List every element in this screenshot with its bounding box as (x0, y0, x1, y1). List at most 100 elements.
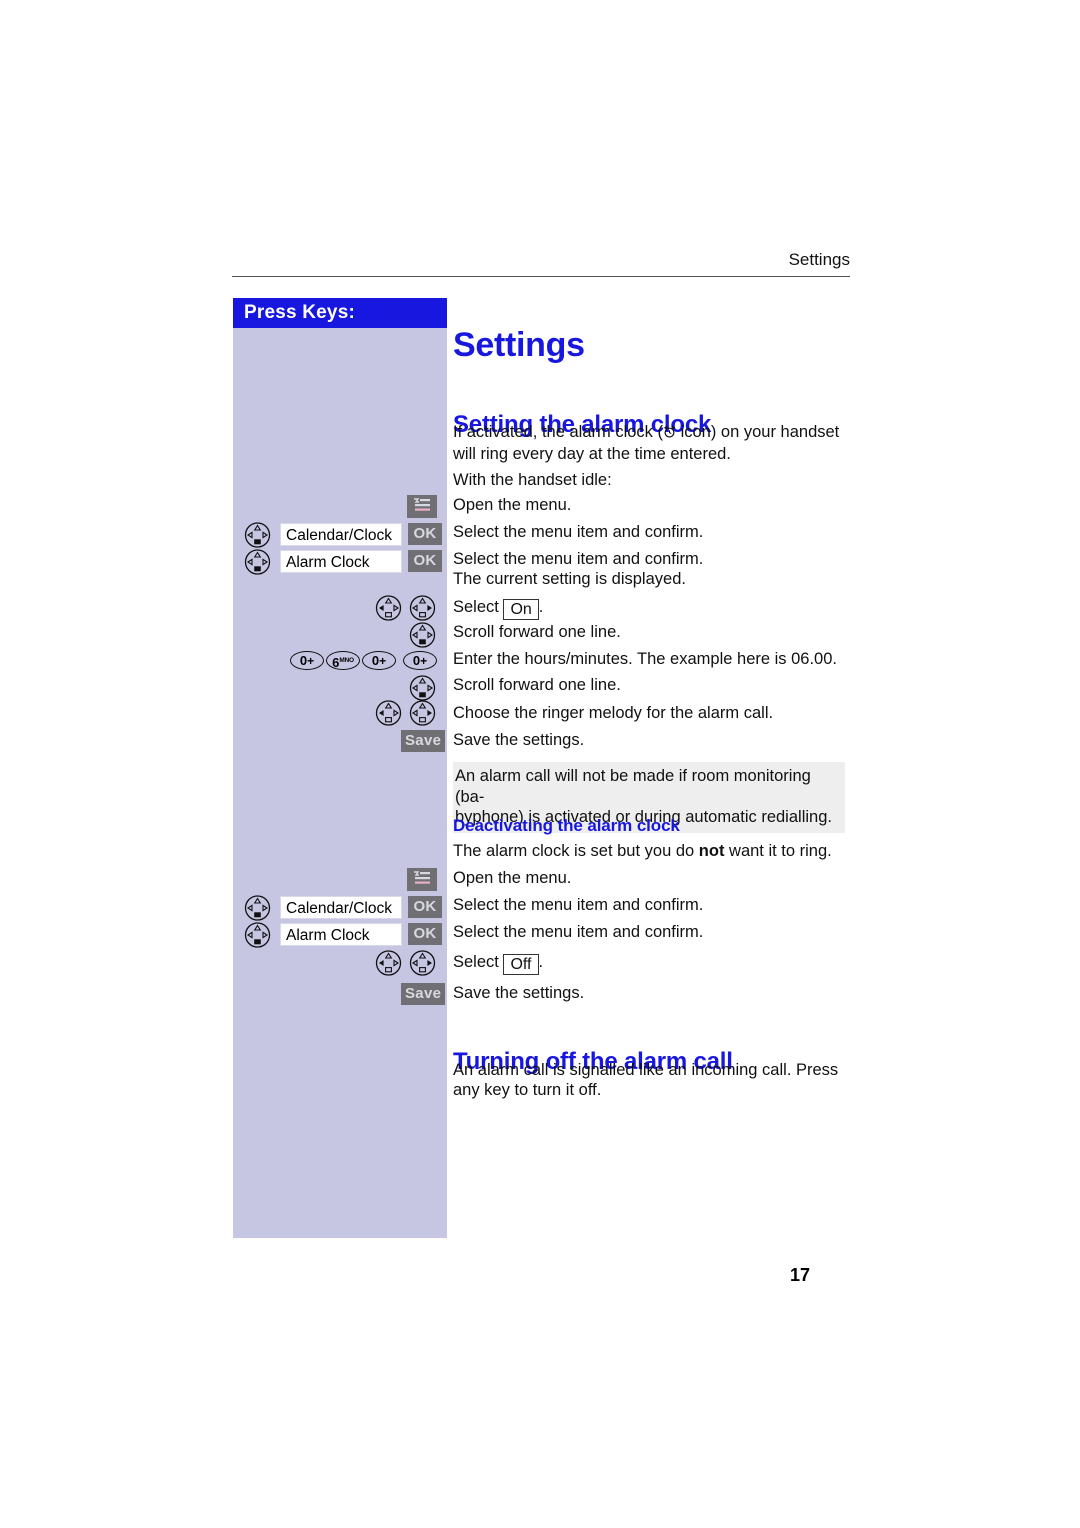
section-heading-deactivating: Deactivating the alarm clock (453, 816, 680, 835)
running-header: Settings (232, 250, 850, 270)
intro-text-line2: will ring every day at the time entered. (453, 445, 731, 463)
select-label: Select (453, 953, 504, 971)
menu-icon[interactable] (407, 495, 437, 518)
numeric-key-sub: MNO (339, 657, 354, 664)
step-description: Select the menu item and confirm. The cu… (453, 549, 703, 589)
step-description: Save the settings. (453, 731, 585, 749)
numeric-key-0[interactable]: 0+ (290, 651, 324, 670)
option-value-on[interactable]: On (503, 599, 539, 620)
key-cell: Save (233, 983, 447, 1011)
running-header-title: Settings (788, 250, 850, 269)
key-cell (233, 495, 447, 523)
step-description-line1: Select the menu item and confirm. (453, 550, 704, 568)
menu-field-alarm-clock[interactable]: Alarm Clock (280, 923, 402, 946)
step-row-enter-time: 0+ 6MNO 0+ 0+ Enter the hours/minutes. T… (233, 649, 837, 677)
select-suffix: . (538, 953, 544, 971)
key-cell: Save (233, 730, 447, 758)
step-row-scroll-1: Scroll forward one line. (233, 622, 621, 650)
nav-key-right[interactable] (409, 700, 436, 731)
step-row-alarm-clock: Alarm Clock OK Select the menu item and … (233, 549, 703, 589)
menu-icon[interactable] (407, 868, 437, 891)
ok-button[interactable]: OK (408, 523, 442, 545)
press-keys-header: Press Keys: (233, 298, 447, 328)
page-number: 17 (790, 1265, 811, 1285)
select-label: Select (453, 598, 504, 616)
menu-field-calendar-clock[interactable]: Calendar/Clock (280, 896, 402, 919)
ok-button[interactable]: OK (408, 550, 442, 572)
key-cell (233, 700, 447, 728)
step-row-calendar-clock: Calendar/Clock OK Select the menu item a… (233, 522, 703, 550)
step-row-alarm-clock-2: Alarm Clock OK Select the menu item and … (233, 922, 703, 950)
intro-paragraph: If activated, the alarm clock ( icon) on… (453, 422, 853, 464)
select-suffix: . (538, 598, 544, 616)
deactivate-lead: The alarm clock is set but you do not wa… (453, 841, 832, 861)
nav-key-updown[interactable] (244, 922, 271, 953)
step-description: Save the settings. (453, 984, 585, 1002)
turning-off-body: An alarm call is signalled like an incom… (453, 1060, 838, 1100)
key-cell: Calendar/Clock OK (233, 895, 447, 923)
key-cell (233, 950, 447, 978)
save-button[interactable]: Save (401, 983, 446, 1005)
numeric-key-0[interactable]: 0+ (403, 651, 437, 670)
key-cell (233, 868, 447, 896)
step-row-calendar-clock-2: Calendar/Clock OK Select the menu item a… (233, 895, 703, 923)
press-keys-label: Press Keys: (244, 302, 355, 323)
step-description: Select the menu item and confirm. (453, 923, 704, 941)
numeric-key-sub: + (420, 654, 428, 668)
option-value-off[interactable]: Off (503, 954, 539, 975)
nav-key-left[interactable] (375, 700, 402, 731)
numeric-key-sub: + (379, 654, 387, 668)
key-cell: Alarm Clock OK (233, 549, 447, 577)
turning-off-line2: any key to turn it off. (453, 1081, 602, 1099)
deactivate-lead-part1: The alarm clock is set but you do (453, 842, 699, 860)
step-row-select-off: Select Off. (233, 950, 543, 978)
menu-button[interactable] (407, 868, 437, 891)
menu-field-calendar-clock[interactable]: Calendar/Clock (280, 523, 402, 546)
key-cell (233, 595, 447, 623)
nav-key-left[interactable] (375, 950, 402, 981)
step-description: Choose the ringer melody for the alarm c… (453, 704, 774, 722)
key-cell: Calendar/Clock OK (233, 522, 447, 550)
key-cell: Alarm Clock OK (233, 922, 447, 950)
step-row-open-menu: Open the menu. (233, 495, 571, 523)
nav-key-updown[interactable] (244, 549, 271, 580)
numeric-key-6[interactable]: 6MNO (326, 651, 360, 670)
step-description: Select the menu item and confirm. (453, 523, 704, 541)
step-row-save-1: Save Save the settings. (233, 730, 584, 758)
step-row-ringer-melody: Choose the ringer melody for the alarm c… (233, 700, 773, 728)
nav-key-right[interactable] (409, 950, 436, 981)
deactivate-lead-part2: want it to ring. (724, 842, 832, 860)
turning-off-line1: An alarm call is signalled like an incom… (453, 1061, 839, 1079)
step-description: Scroll forward one line. (453, 623, 621, 641)
page-title: Settings (453, 326, 585, 364)
ok-button[interactable]: OK (408, 923, 442, 945)
step-row-scroll-2: Scroll forward one line. (233, 675, 621, 703)
menu-field-alarm-clock[interactable]: Alarm Clock (280, 550, 402, 573)
note-line1: An alarm call will not be made if room m… (455, 767, 811, 806)
menu-button[interactable] (407, 495, 437, 518)
press-keys-sidebar (233, 298, 447, 1238)
deactivate-lead-bold: not (698, 842, 725, 860)
intro-text-part1: If activated, the alarm clock ( (453, 423, 663, 441)
step-description-line2: The current setting is displayed. (453, 570, 686, 588)
step-description: Enter the hours/minutes. The example her… (453, 650, 837, 668)
numeric-key-sub: + (307, 654, 315, 668)
step-row-open-menu-2: Open the menu. (233, 868, 571, 896)
save-button[interactable]: Save (401, 730, 446, 752)
step-row-save-2: Save Save the settings. (233, 983, 584, 1011)
alarm-clock-icon (663, 424, 676, 444)
intro-text-part2: icon) on your handset (676, 423, 840, 441)
ok-button[interactable]: OK (408, 896, 442, 918)
key-cell (233, 622, 447, 650)
key-cell (233, 675, 447, 703)
step-description: Open the menu. (453, 869, 572, 887)
step-description: Select Off. (453, 950, 543, 975)
step-description: Open the menu. (453, 496, 572, 514)
key-cell: 0+ 6MNO 0+ 0+ (233, 649, 447, 677)
step-description: Select the menu item and confirm. (453, 896, 704, 914)
numeric-key-0[interactable]: 0+ (362, 651, 396, 670)
step-row-select-on: Select On. (233, 595, 543, 623)
step-description: Scroll forward one line. (453, 676, 621, 694)
step-description: Select On. (453, 595, 543, 620)
header-divider (232, 276, 850, 277)
